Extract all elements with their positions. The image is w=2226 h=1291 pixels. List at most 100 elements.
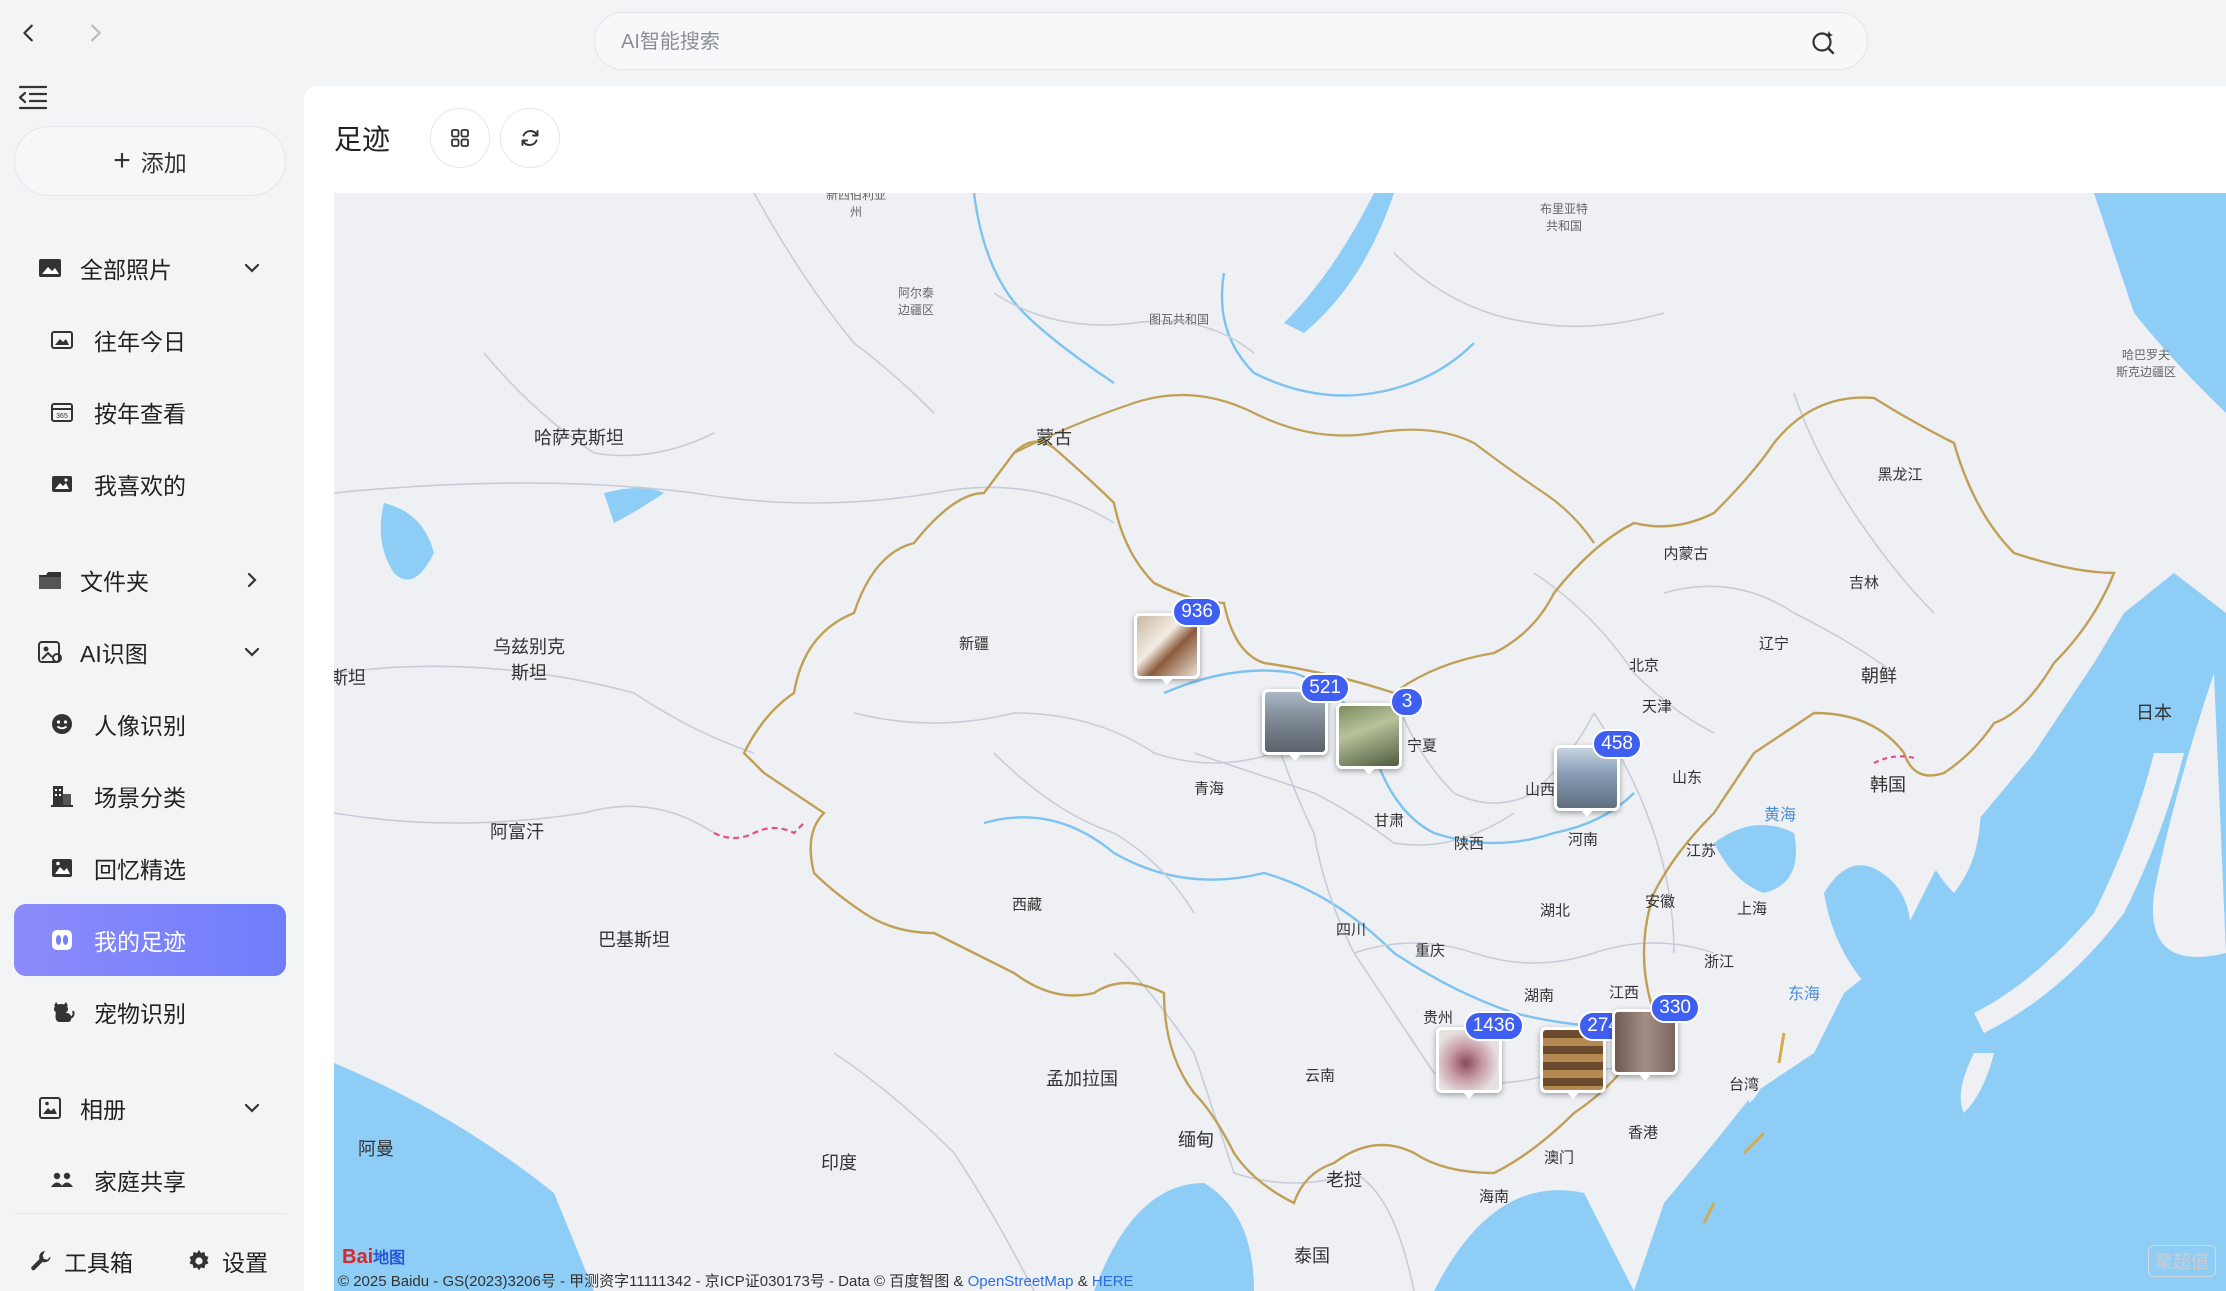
sidebar-item-label: 我喜欢的 xyxy=(94,473,186,499)
watermark: 聚超值 xyxy=(2148,1245,2216,1277)
refresh-icon xyxy=(521,130,539,146)
marker-tail xyxy=(1288,753,1302,761)
marker-tail xyxy=(1160,677,1174,685)
photo-cluster-marker[interactable]: 458 xyxy=(1554,729,1642,817)
chevron-right-icon[interactable] xyxy=(242,570,262,590)
label-qinghai: 青海 xyxy=(1193,780,1225,798)
marker-count-badge: 458 xyxy=(1592,729,1642,759)
sidebar-item-all-photos[interactable]: 全部照片 xyxy=(14,232,286,304)
settings-button[interactable]: 设置 xyxy=(186,1244,268,1278)
photo-cluster-marker[interactable]: 521 xyxy=(1262,673,1350,761)
sidebar-item-label: 家庭共享 xyxy=(94,1169,186,1195)
image-icon xyxy=(52,476,72,492)
chevron-down-icon[interactable] xyxy=(242,1098,262,1118)
chevron-down-icon[interactable] xyxy=(242,642,262,662)
settings-label: 设置 xyxy=(222,1250,268,1276)
label-buryatia: 布里亚特 共和国 xyxy=(1539,202,1589,233)
label-sichuan: 四川 xyxy=(1335,921,1367,939)
marker-tail xyxy=(1566,1091,1580,1099)
label-anhui: 安徽 xyxy=(1644,893,1676,911)
label-northkorea: 朝鲜 xyxy=(1861,666,1897,686)
label-macau: 澳门 xyxy=(1543,1149,1575,1167)
label-novosibirsk: 新西伯利亚 州 xyxy=(825,193,887,219)
grid-icon xyxy=(451,129,469,147)
add-button[interactable]: + 添加 xyxy=(14,126,286,196)
toolbox-button[interactable]: 工具箱 xyxy=(28,1244,133,1278)
sidebar-item-label: AI识图 xyxy=(80,641,148,667)
ai-search-icon[interactable] xyxy=(1809,28,1837,56)
copyright-amp: & xyxy=(1077,1273,1088,1290)
face-icon xyxy=(52,714,72,734)
collapse-sidebar-icon[interactable] xyxy=(16,80,50,114)
sidebar-item-by-year[interactable]: 365 按年查看 xyxy=(14,376,286,448)
label-xizang: 西藏 xyxy=(1011,896,1043,914)
sidebar-item-scene[interactable]: 场景分类 xyxy=(14,760,286,832)
sidebar-item-pets[interactable]: 宠物识别 xyxy=(14,976,286,1048)
label-zhejiang: 浙江 xyxy=(1703,953,1735,971)
photo-cluster-marker[interactable]: 274 xyxy=(1540,1011,1628,1099)
marker-tail xyxy=(1638,1073,1652,1081)
label-yellow-sea: 黄海 xyxy=(1763,807,1797,824)
photo-cluster-marker[interactable]: 1436 xyxy=(1436,1011,1524,1099)
back-button[interactable] xyxy=(4,8,54,58)
album-icon xyxy=(39,1097,61,1119)
here-link[interactable]: HERE xyxy=(1092,1273,1134,1290)
sidebar-item-footprints[interactable]: 我的足迹 xyxy=(14,904,286,976)
label-neimenggu: 内蒙古 xyxy=(1663,545,1709,563)
label-stan-left: 斯坦 xyxy=(334,668,366,688)
marker-tail xyxy=(1462,1091,1476,1099)
label-southkorea: 韩国 xyxy=(1870,775,1906,795)
search-bar[interactable] xyxy=(594,12,1868,71)
label-chongqing: 重庆 xyxy=(1414,942,1446,960)
sidebar-item-memories[interactable]: 回忆精选 xyxy=(14,832,286,904)
photo-cluster-marker[interactable]: 936 xyxy=(1134,597,1222,685)
footprint-map[interactable]: 蒙古 哈萨克斯坦 乌兹别克 斯坦 斯坦 阿富汗 巴基斯坦 新疆 西藏 青海 甘肃… xyxy=(334,193,2226,1291)
baidu-map-logo[interactable]: Bai地图 xyxy=(342,1244,405,1269)
marker-count-badge: 936 xyxy=(1172,597,1222,627)
sidebar-item-ai-recognition[interactable]: AI识图 xyxy=(14,616,286,688)
sidebar-item-favorites[interactable]: 我喜欢的 xyxy=(14,448,286,520)
photo-cluster-marker[interactable]: 330 xyxy=(1612,993,1700,1081)
building-icon xyxy=(51,786,73,807)
sidebar-divider xyxy=(14,1213,286,1214)
label-ningxia: 宁夏 xyxy=(1406,737,1438,755)
label-east-sea: 东海 xyxy=(1787,986,1821,1003)
chevron-down-icon[interactable] xyxy=(242,258,262,278)
label-hunan: 湖南 xyxy=(1523,987,1555,1005)
sidebar-item-folders[interactable]: 文件夹 xyxy=(14,544,286,616)
sidebar-item-family[interactable]: 家庭共享 xyxy=(14,1144,286,1216)
label-hongkong: 香港 xyxy=(1627,1124,1659,1142)
label-xinjiang: 新疆 xyxy=(958,635,990,653)
grid-view-button[interactable] xyxy=(430,108,490,168)
picture-frame-icon xyxy=(51,331,73,349)
sidebar-item-portrait[interactable]: 人像识别 xyxy=(14,688,286,760)
sidebar-item-label: 我的足迹 xyxy=(94,929,186,955)
family-icon xyxy=(51,1172,73,1187)
label-mongolia: 蒙古 xyxy=(1036,428,1072,448)
calendar-365-icon: 365 xyxy=(51,403,73,422)
copyright-text: © 2025 Baidu - GS(2023)3206号 - 甲测资字11111… xyxy=(338,1273,964,1290)
label-india: 印度 xyxy=(821,1153,857,1173)
sidebar-item-memories-today[interactable]: 往年今日 xyxy=(14,304,286,376)
label-jilin: 吉林 xyxy=(1848,574,1880,592)
label-uzbekistan: 乌兹别克 斯坦 xyxy=(493,637,565,683)
sidebar-item-albums[interactable]: 相册 xyxy=(14,1072,286,1144)
label-oman: 阿曼 xyxy=(358,1139,394,1159)
marker-count-badge: 521 xyxy=(1300,673,1350,703)
footprint-icon xyxy=(52,930,72,950)
search-input[interactable] xyxy=(619,13,1773,71)
sidebar-item-label: 宠物识别 xyxy=(94,1001,186,1027)
map-copyright: © 2025 Baidu - GS(2023)3206号 - 甲测资字11111… xyxy=(338,1270,1134,1291)
sidebar-item-label: 全部照片 xyxy=(80,257,172,283)
refresh-button[interactable] xyxy=(500,108,560,168)
label-shandong: 山东 xyxy=(1671,769,1703,787)
add-button-label: 添加 xyxy=(140,150,187,176)
label-beijing: 北京 xyxy=(1628,657,1660,675)
photo-cluster-marker[interactable]: 3 xyxy=(1336,687,1424,775)
logo-sub: 地图 xyxy=(373,1250,406,1267)
label-laos: 老挝 xyxy=(1326,1170,1362,1190)
plus-icon: + xyxy=(113,144,131,177)
label-myanmar: 缅甸 xyxy=(1178,1130,1214,1150)
osm-link[interactable]: OpenStreetMap xyxy=(968,1273,1074,1290)
forward-button[interactable] xyxy=(70,8,120,58)
